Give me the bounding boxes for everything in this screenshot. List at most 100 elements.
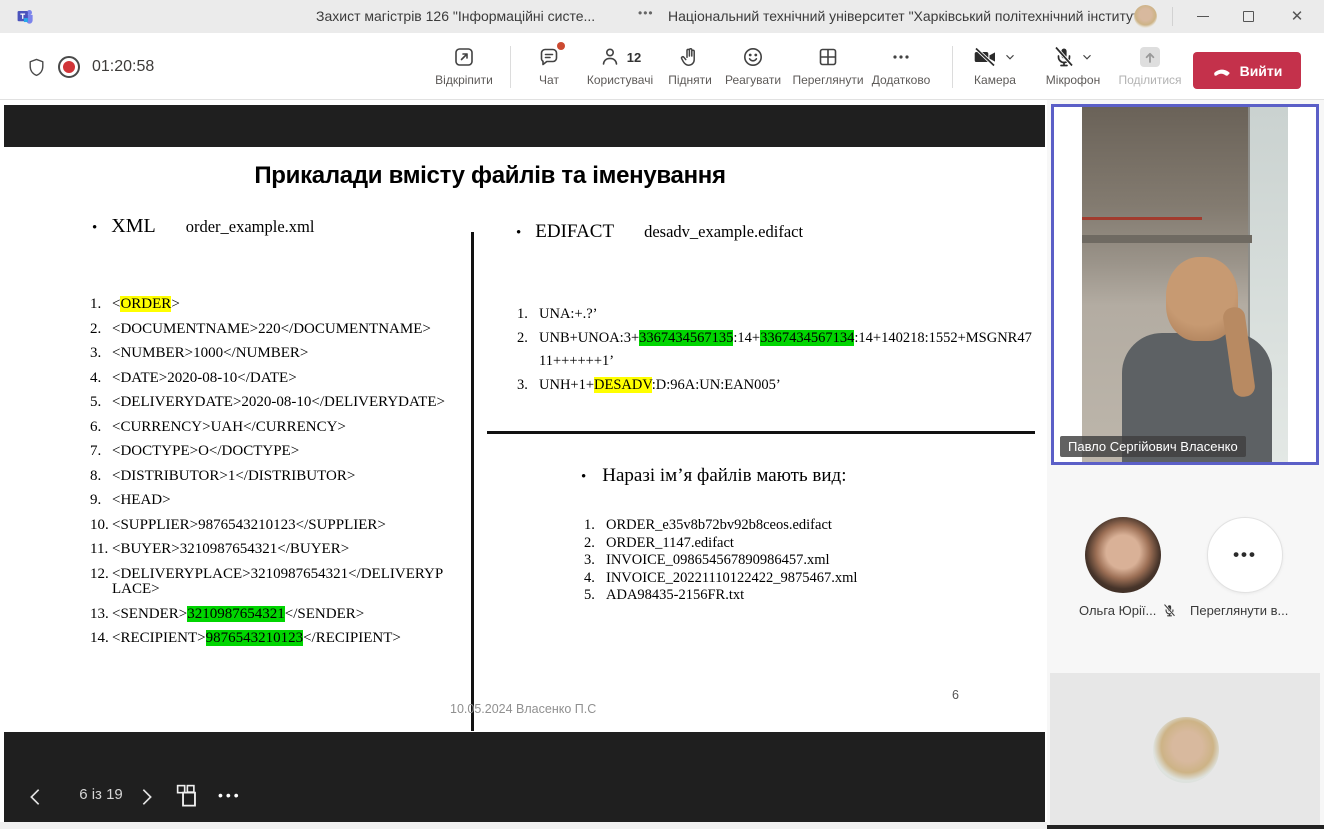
teams-app-icon	[16, 7, 35, 26]
mic-button[interactable]: Мікрофон	[1028, 44, 1118, 96]
titlebar-avatar[interactable]	[1134, 5, 1157, 28]
slide-page-number: 6	[952, 688, 959, 702]
participant-name-row: Ольга Юрії...	[1079, 603, 1177, 618]
filename-item: 3.INVOICE_098654567890986457.xml	[584, 552, 1004, 570]
xml-tag-item: 5.<DELIVERYDATE>2020-08-10</DELIVERYDATE…	[90, 395, 485, 411]
edifact-segment-item: 2.UNB+UNOA:3+3367434567135:14+3367434567…	[517, 327, 1057, 373]
unpin-icon	[452, 44, 476, 70]
titlebar-divider	[1172, 7, 1173, 26]
xml-tag-item: 9.<HEAD>	[90, 493, 485, 509]
xml-tag-item: 1.<ORDER>	[90, 297, 485, 313]
share-icon	[1137, 44, 1163, 70]
titlebar: Захист магістрів 126 "Інформаційні систе…	[0, 0, 1324, 33]
minimize-icon	[1197, 16, 1209, 17]
edifact-segment-list: 1.UNA:+.?’2.UNB+UNOA:3+3367434567135:14+…	[517, 303, 1057, 398]
share-label: Поділитися	[1118, 73, 1181, 87]
video-ceiling-pipe	[1082, 217, 1202, 220]
react-label: Реагувати	[725, 73, 781, 87]
xml-tag-list: 1.<ORDER> 2.<DOCUMENTNAME>220</DOCUMENTNA…	[90, 297, 485, 656]
slide-footer: 10.05.2024 Власенко П.С	[450, 702, 596, 716]
participants-sidebar: Павло Сергійович Власенко Ольга Юрії... …	[1047, 100, 1324, 829]
xml-filename: order_example.xml	[186, 217, 315, 237]
camera-label: Камера	[974, 73, 1016, 87]
share-button: Поділитися	[1108, 44, 1192, 96]
filename-item: 2.ORDER_1147.edifact	[584, 535, 1004, 553]
leave-label: Вийти	[1240, 63, 1283, 79]
meeting-timer: 01:20:58	[92, 58, 154, 76]
xml-tag-item: 11.<BUYER>3210987654321</BUYER>	[90, 542, 485, 558]
maximize-button[interactable]	[1228, 0, 1268, 33]
edifact-format-label: EDIFACT	[535, 221, 614, 243]
more-icon	[889, 44, 913, 70]
view-label: Переглянути	[792, 73, 863, 87]
xml-tag-item: 13.<SENDER>3210987654321</SENDER>	[90, 607, 485, 623]
bottom-strip	[0, 822, 1047, 829]
self-view-avatar	[1153, 717, 1219, 783]
next-slide-button[interactable]	[138, 786, 156, 808]
presentation-slide: Прикалади вмісту файлів та іменування • …	[4, 147, 1045, 732]
xml-tag-item: 4.<DATE>2020-08-10</DATE>	[90, 371, 485, 387]
raise-hand-label: Підняти	[668, 73, 712, 87]
filename-item: 4.INVOICE_20221110122422_9875467.xml	[584, 570, 1004, 588]
teams-meeting-window: Захист магістрів 126 "Інформаційні систе…	[0, 0, 1324, 829]
mic-chevron-icon[interactable]	[1080, 50, 1094, 64]
more-button[interactable]: Додатково	[859, 44, 943, 96]
camera-button[interactable]: Камера	[950, 44, 1040, 96]
more-label: Додатково	[872, 73, 931, 87]
xml-format-label: XML	[111, 215, 155, 238]
participants-label: Користувачі	[587, 73, 653, 87]
xml-tag-item: 2.<DOCUMENTNAME>220</DOCUMENTNAME>	[90, 322, 485, 338]
filenames-heading-text: Наразі ім’я файлів мають вид:	[602, 465, 846, 487]
xml-tag-item: 6.<CURRENCY>UAH</CURRENCY>	[90, 420, 485, 436]
overflow-participants-button[interactable]: •••	[1207, 517, 1283, 593]
slide-more-options-button[interactable]: •••	[218, 787, 242, 803]
meeting-title: Захист магістрів 126 "Інформаційні систе…	[316, 8, 595, 24]
unpin-label: Відкріпити	[435, 73, 493, 87]
camera-chevron-icon[interactable]	[1003, 50, 1017, 64]
speaker-name-label: Павло Сергійович Власенко	[1060, 436, 1246, 457]
unpin-button[interactable]: Відкріпити	[422, 44, 506, 96]
title-overflow-icon[interactable]: •••	[638, 6, 654, 20]
main-speaker-video-tile[interactable]: Павло Сергійович Власенко	[1051, 104, 1319, 465]
video-ceiling-beam	[1082, 235, 1252, 243]
bullet-icon: •	[92, 220, 97, 237]
react-button[interactable]: Реагувати	[711, 44, 795, 96]
xml-tag-item: 10.<SUPPLIER>9876543210123</SUPPLIER>	[90, 518, 485, 534]
raise-hand-icon	[678, 44, 702, 70]
bullet-icon: •	[516, 225, 521, 242]
react-smiley-icon	[741, 44, 765, 70]
participant-name: Ольга Юрії...	[1079, 603, 1156, 618]
slide-grid-view-button[interactable]	[176, 784, 202, 810]
view-more-label: Переглянути в...	[1190, 603, 1288, 618]
slide-position-indicator: 6 із 19	[56, 786, 146, 803]
edifact-segment-item: 3.UNH+1+DESADV:D:96A:UN:EAN005’	[517, 374, 1057, 397]
filenames-heading: • Наразі ім’я файлів мають вид:	[581, 465, 846, 487]
chat-icon	[537, 44, 561, 70]
maximize-icon	[1243, 11, 1254, 22]
speaker-video-feed	[1082, 107, 1288, 462]
filename-item: 5.ADA98435-2156FR.txt	[584, 587, 1004, 605]
leave-button[interactable]: Вийти	[1193, 52, 1301, 89]
xml-tag-item: 7.<DOCTYPE>O</DOCTYPE>	[90, 444, 485, 460]
view-button[interactable]: Переглянути	[786, 44, 870, 96]
edifact-column-header: • EDIFACT desadv_example.edifact	[516, 221, 803, 243]
close-button[interactable]: ✕	[1277, 0, 1317, 33]
xml-tag-item: 8.<DISTRIBUTOR>1</DISTRIBUTOR>	[90, 469, 485, 485]
org-title: Національний технічний університет "Харк…	[668, 8, 1144, 24]
xml-tag-item: 12.<DELIVERYPLACE>3210987654321</DELIVER…	[90, 567, 485, 598]
shared-screen-region: Прикалади вмісту файлів та іменування • …	[0, 100, 1047, 829]
filename-item: 1.ORDER_e35v8b72bv92b8ceos.edifact	[584, 517, 1004, 535]
section-divider-line	[487, 431, 1035, 434]
xml-tag-item: 14.<RECIPIENT>9876543210123</RECIPIENT>	[90, 631, 485, 647]
chat-notification-dot	[557, 42, 565, 50]
edifact-filename: desadv_example.edifact	[644, 222, 803, 242]
participant-avatar[interactable]	[1085, 517, 1161, 593]
edifact-segment-item: 1.UNA:+.?’	[517, 303, 1057, 326]
prev-slide-button[interactable]	[26, 786, 44, 808]
letterbox-top	[4, 105, 1045, 147]
minimize-button[interactable]	[1183, 0, 1223, 33]
view-grid-icon	[816, 44, 840, 70]
self-view-video-tile[interactable]	[1050, 673, 1320, 825]
sidebar-bottom-strip	[1047, 825, 1324, 829]
xml-tag-item: 3.<NUMBER>1000</NUMBER>	[90, 346, 485, 362]
